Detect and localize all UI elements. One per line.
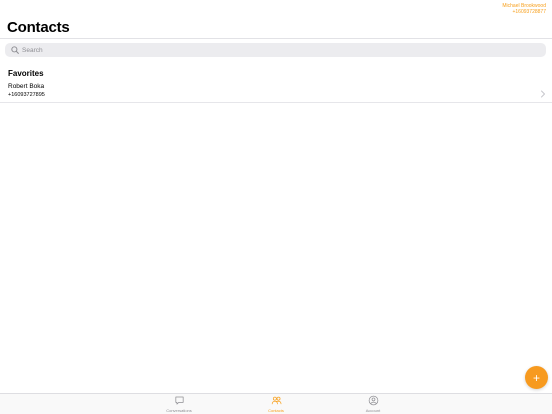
chevron-right-icon xyxy=(539,86,547,98)
page-title: Contacts xyxy=(7,19,70,36)
tab-label: Conversations xyxy=(166,408,192,413)
account-icon xyxy=(368,395,378,406)
search-bar[interactable] xyxy=(5,43,546,57)
account-phone: +16093728877 xyxy=(512,9,546,15)
tab-label: Contacts xyxy=(268,408,284,413)
row-divider xyxy=(0,102,552,103)
contact-name: Robert Boka xyxy=(8,83,45,90)
tab-conversations[interactable]: Conversations xyxy=(149,395,209,414)
tab-label: Account xyxy=(365,408,381,413)
tab-account[interactable]: Account xyxy=(343,395,403,414)
search-input[interactable] xyxy=(22,44,546,56)
search-icon xyxy=(9,44,21,56)
contact-phone: +16093727895 xyxy=(8,92,45,98)
contact-row[interactable]: Robert Boka +16093727895 xyxy=(0,82,552,103)
account-info: Michael Brookwood +16093728877 xyxy=(502,3,546,15)
tab-bar: Conversations Contacts Account xyxy=(0,393,552,414)
chat-bubble-icon xyxy=(174,396,184,405)
tab-contacts[interactable]: Contacts xyxy=(246,395,306,414)
title-divider xyxy=(0,38,552,39)
favorites-header: Favorites xyxy=(8,69,44,78)
contacts-icon xyxy=(271,396,281,405)
add-contact-button[interactable]: + xyxy=(525,366,548,389)
